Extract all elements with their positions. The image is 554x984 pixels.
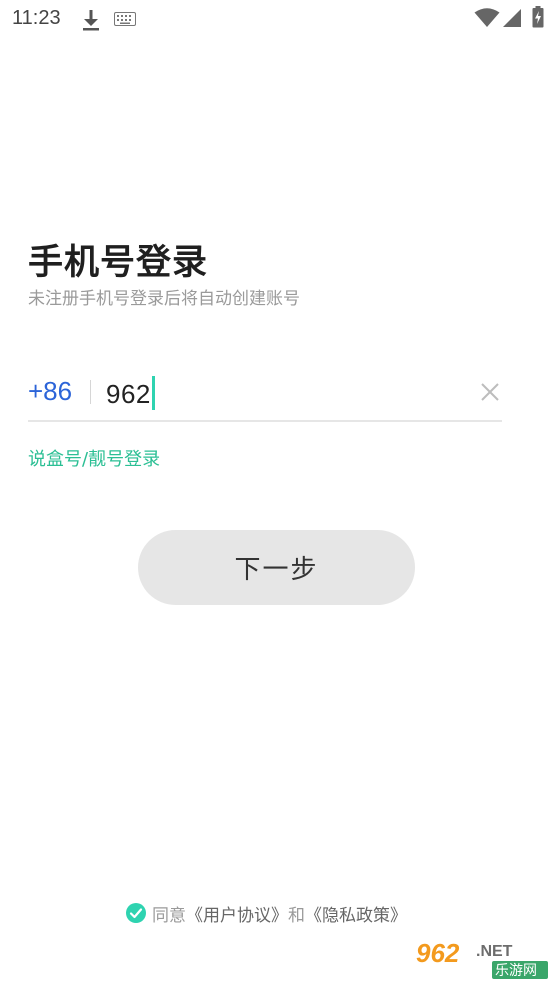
page-title: 手机号登录: [28, 243, 209, 283]
page-subtitle: 未注册手机号登录后将自动创建账号: [28, 289, 300, 309]
watermark-brand-name: 乐游网: [495, 963, 537, 979]
clear-input-icon[interactable]: [478, 380, 502, 404]
agreement-row: 同意 《用户协议》 和 《隐私政策》: [126, 900, 407, 926]
status-time: 11:23: [12, 7, 61, 29]
code-divider: [90, 380, 91, 404]
phone-number-input[interactable]: 962: [106, 376, 155, 410]
privacy-policy-link[interactable]: 《隐私政策》: [305, 901, 407, 926]
download-icon: [83, 10, 99, 31]
agreement-connector: 和: [288, 905, 305, 926]
agreement-prefix: 同意: [152, 905, 186, 926]
check-circle-icon[interactable]: [126, 903, 146, 923]
keyboard-icon: [114, 12, 136, 26]
text-caret: [151, 376, 155, 410]
status-bar: 11:23: [0, 0, 554, 40]
watermark-number: 962: [416, 938, 460, 968]
country-code-selector[interactable]: +86: [28, 376, 72, 407]
next-step-button[interactable]: 下一步: [138, 530, 415, 605]
wifi-icon: [474, 8, 500, 27]
login-screen: 11:23 手机号登录 未注册手机号登录后将自动创建账号 +86 962 说盒号…: [0, 0, 554, 984]
user-agreement-link[interactable]: 《用户协议》: [186, 901, 288, 926]
phone-number-value: 962: [106, 379, 151, 409]
alt-login-link[interactable]: 说盒号/靓号登录: [28, 445, 160, 471]
site-watermark-logo: 962 .NET 乐游网: [415, 937, 548, 979]
phone-input-row: +86 962: [28, 366, 502, 422]
battery-charging-icon: [532, 6, 544, 28]
signal-icon: [503, 9, 521, 27]
watermark-suffix: .NET: [476, 943, 513, 960]
